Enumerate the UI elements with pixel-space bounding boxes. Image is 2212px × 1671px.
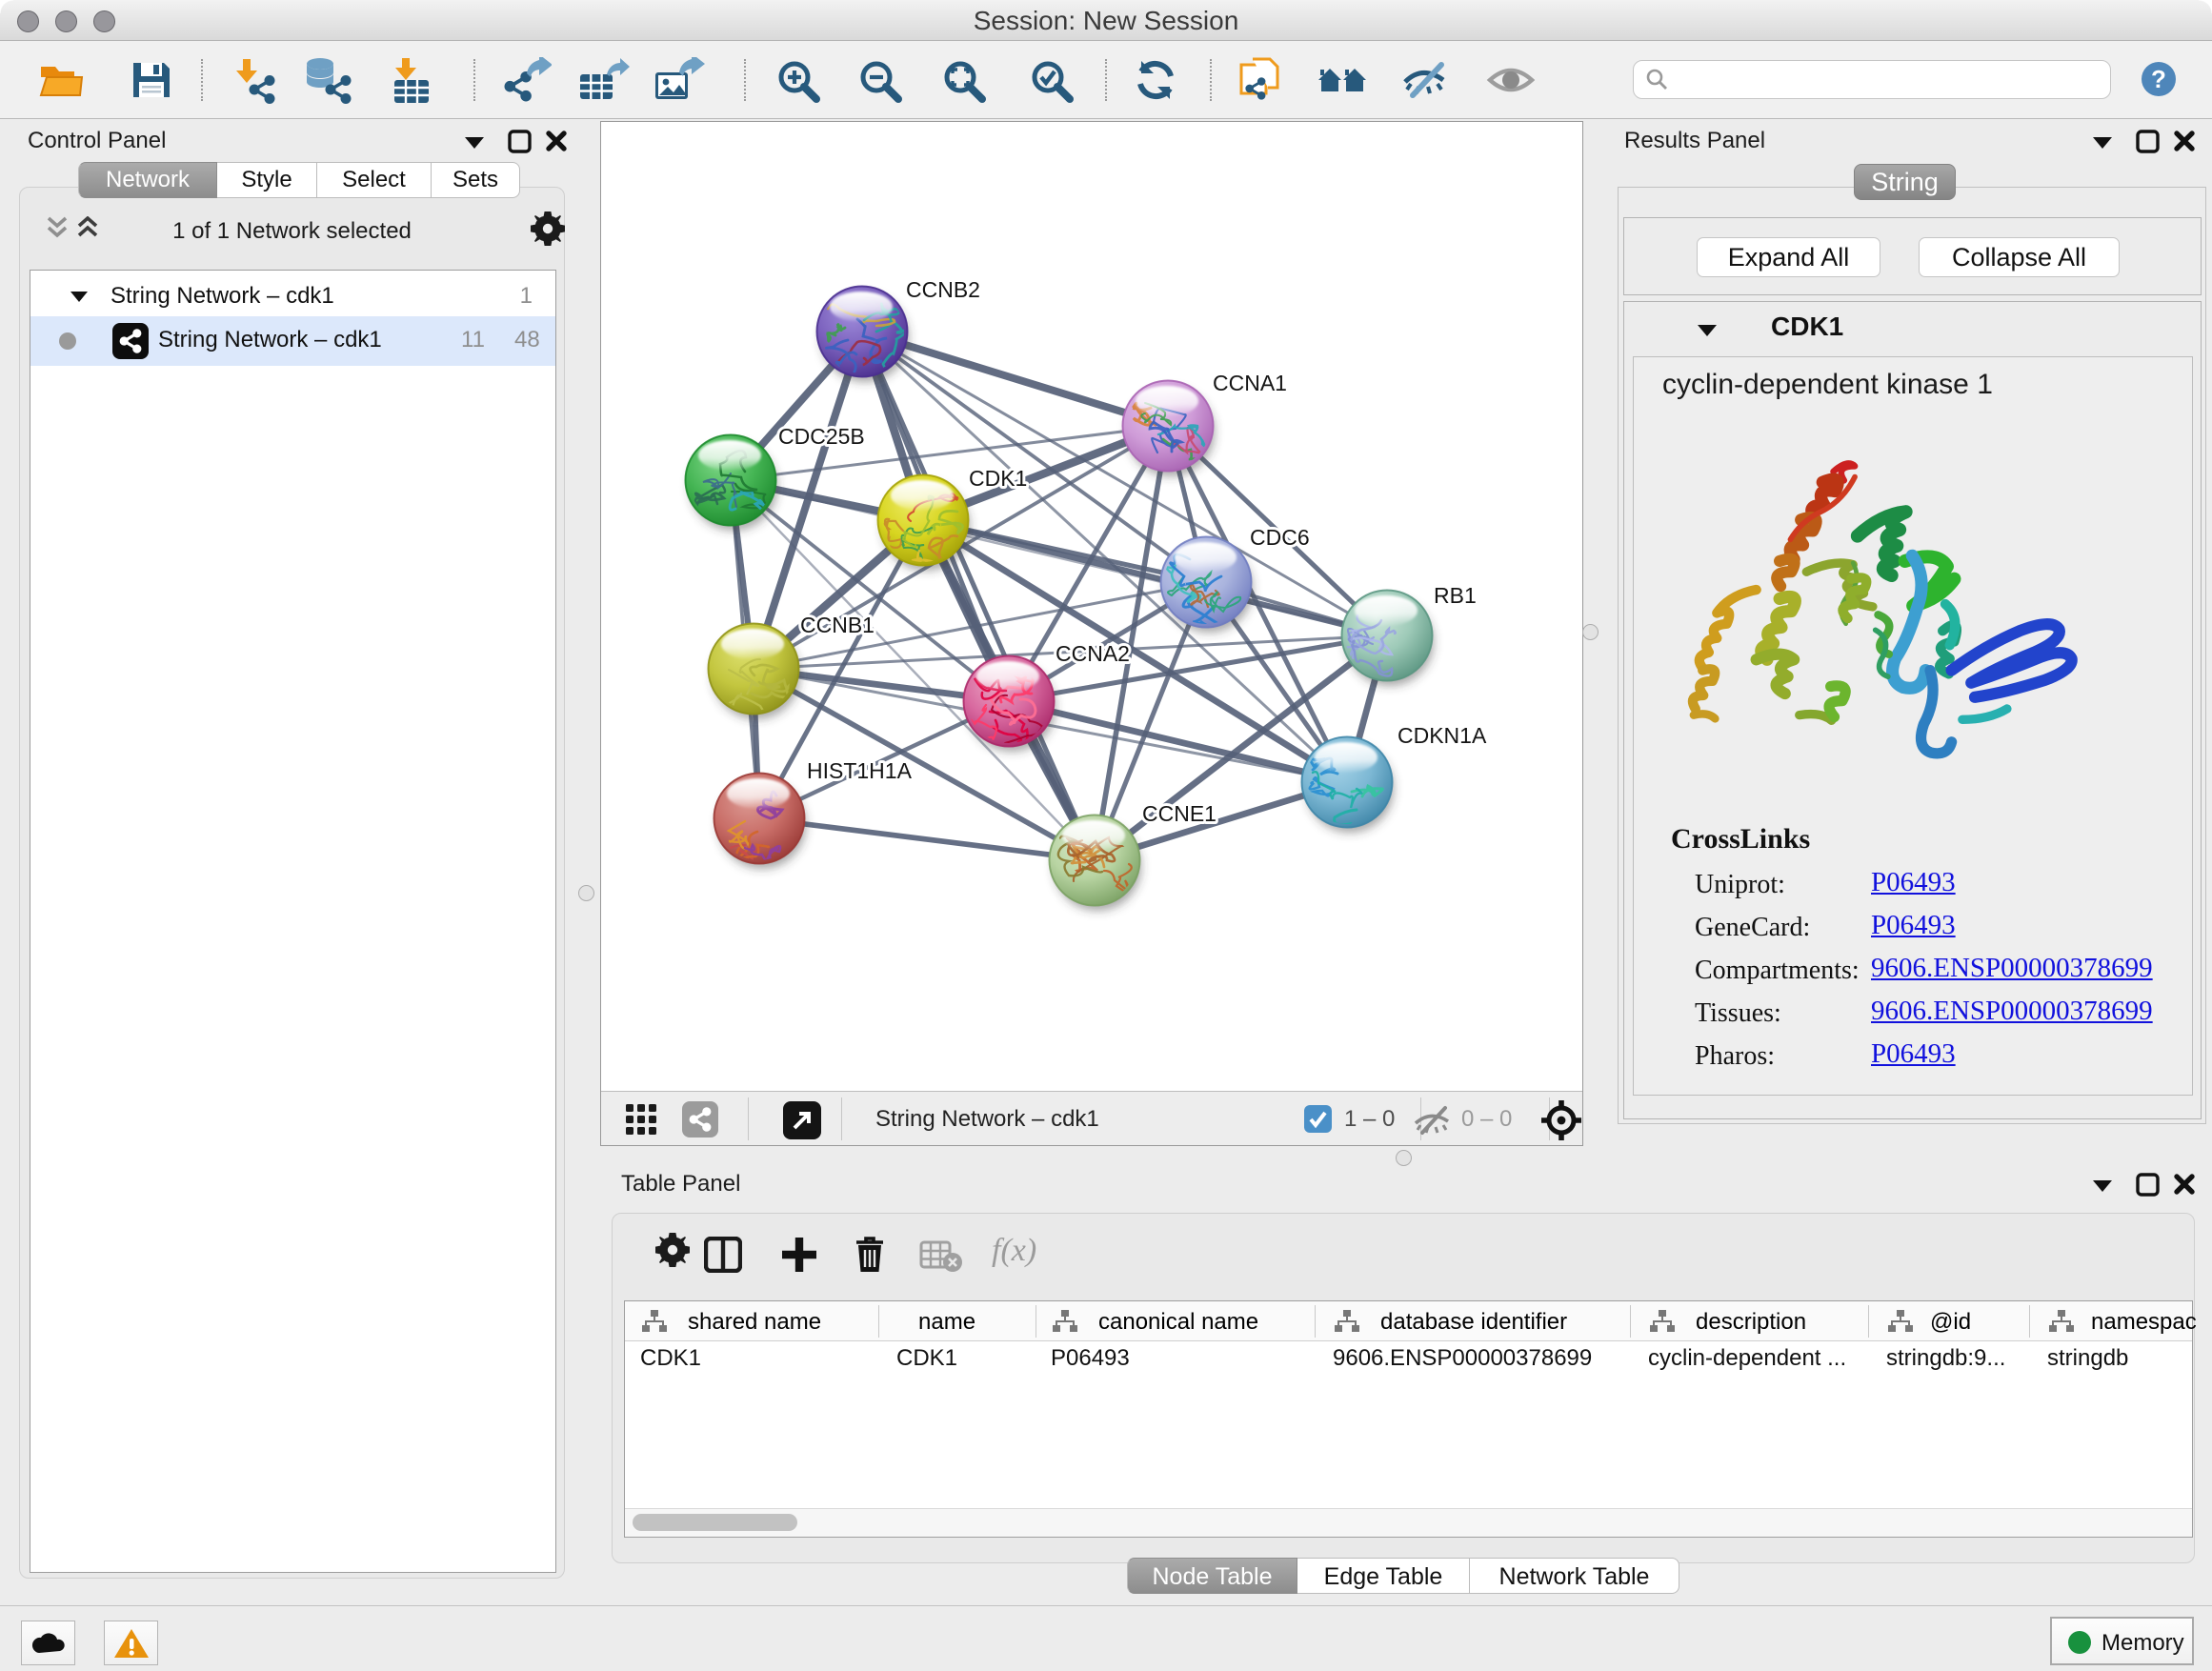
svg-text:CDKN1A: CDKN1A xyxy=(1398,723,1487,748)
svg-text:CDC6: CDC6 xyxy=(1250,525,1310,550)
svg-text:CDC25B: CDC25B xyxy=(778,424,865,449)
svg-text:RB1: RB1 xyxy=(1434,583,1477,608)
svg-text:CDK1: CDK1 xyxy=(969,466,1027,491)
svg-text:CCNE1: CCNE1 xyxy=(1142,801,1217,826)
svg-text:CCNA1: CCNA1 xyxy=(1213,371,1287,395)
svg-text:CCNA2: CCNA2 xyxy=(1056,641,1130,666)
svg-text:CCNB1: CCNB1 xyxy=(800,613,875,637)
svg-text:CCNB2: CCNB2 xyxy=(906,277,980,302)
svg-text:HIST1H1A: HIST1H1A xyxy=(807,758,913,783)
